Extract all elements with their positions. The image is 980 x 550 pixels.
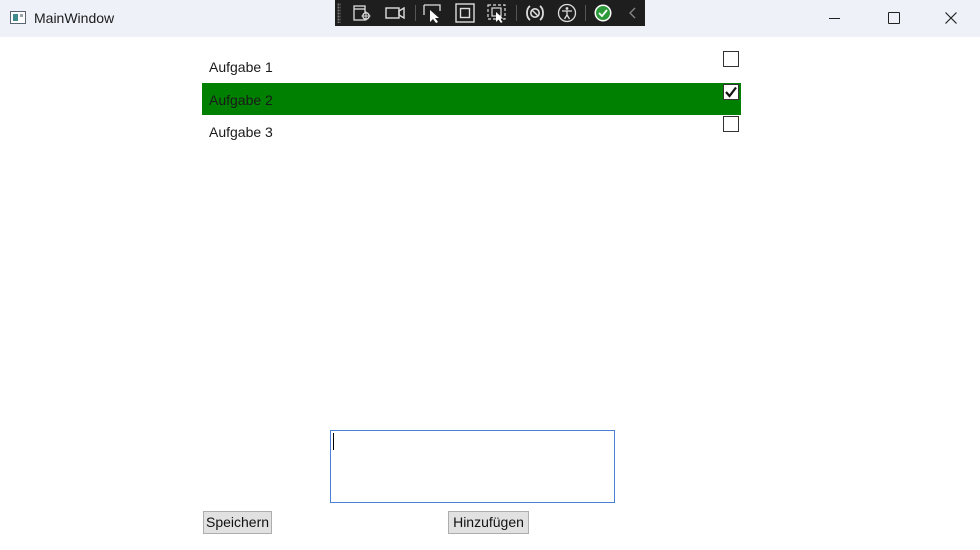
task-checkbox[interactable]: [723, 51, 739, 67]
close-icon: [945, 12, 957, 24]
collapse-chevron-icon[interactable]: [622, 3, 644, 23]
toolbar-separator: [415, 5, 416, 21]
live-visual-tree-icon[interactable]: [351, 3, 373, 23]
list-item[interactable]: Aufgabe 3: [202, 115, 741, 148]
app-window-icon: [10, 11, 26, 24]
task-label: Aufgabe 2: [209, 91, 273, 108]
hot-reload-ok-icon[interactable]: [592, 3, 614, 23]
checkmark-icon: [725, 86, 737, 98]
minimize-button[interactable]: [806, 0, 864, 37]
new-task-input[interactable]: [330, 430, 615, 503]
select-element-icon[interactable]: [422, 3, 444, 23]
text-caret: [333, 433, 334, 450]
track-focused-element-icon[interactable]: [486, 3, 508, 23]
task-label: Aufgabe 3: [209, 124, 273, 140]
toolbar-separator: [585, 5, 586, 21]
accessibility-checker-icon[interactable]: [556, 3, 578, 23]
debug-toolbar: [335, 0, 645, 26]
toolbar-separator: [516, 5, 517, 21]
maximize-button[interactable]: [864, 0, 922, 37]
toolbar-grip-icon[interactable]: [337, 3, 341, 23]
close-button[interactable]: [922, 0, 980, 37]
binding-failures-icon[interactable]: [524, 3, 546, 23]
task-label: Aufgabe 1: [209, 59, 273, 75]
save-button[interactable]: Speichern: [203, 511, 272, 534]
add-button[interactable]: Hinzufügen: [448, 511, 529, 534]
window-title: MainWindow: [34, 10, 115, 26]
task-checkbox[interactable]: [723, 83, 739, 100]
record-icon[interactable]: [384, 3, 406, 23]
list-item-selected[interactable]: Aufgabe 2: [202, 82, 741, 115]
task-checkbox[interactable]: [723, 116, 739, 132]
list-item[interactable]: Aufgabe 1: [202, 50, 741, 83]
display-layout-adorners-icon[interactable]: [454, 3, 476, 23]
task-list: Aufgabe 1 Aufgabe 2 Aufgabe 3: [202, 50, 742, 148]
